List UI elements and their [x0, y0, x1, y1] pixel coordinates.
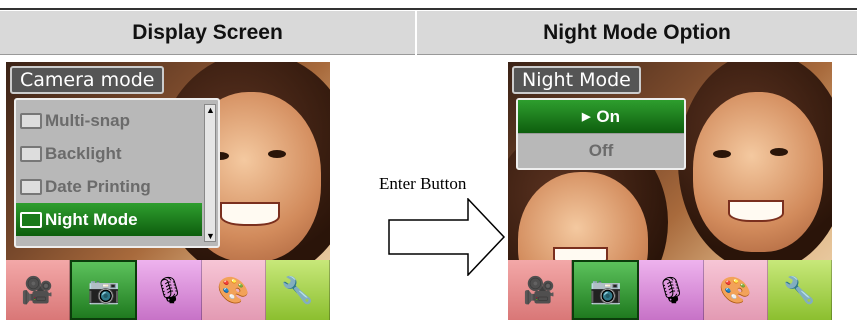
photo-face	[693, 92, 823, 252]
menu-item-label: Multi-snap	[45, 110, 130, 130]
menu-item-date-printing[interactable]: Date Printing	[16, 170, 218, 203]
tray-camera[interactable]: 📷	[70, 260, 138, 320]
tray-video[interactable]: 🎥	[508, 260, 573, 320]
camera-icon: 📷	[589, 274, 622, 305]
multi-snap-icon	[20, 112, 42, 129]
photo-smile	[220, 202, 280, 226]
camera-icon: 📷	[87, 274, 120, 305]
settings-menu: Multi-snap Backlight Date Printing Night…	[14, 98, 220, 248]
tray-camera[interactable]: 📷	[572, 260, 640, 320]
menu-title: Night Mode	[512, 66, 641, 94]
top-rule	[0, 8, 857, 10]
menu-title: Camera mode	[10, 66, 165, 94]
date-printing-icon	[20, 178, 42, 195]
scroll-up-icon[interactable]: ▲	[206, 105, 215, 115]
right-arrow-icon	[388, 198, 506, 276]
header-night-mode-option: Night Mode Option	[417, 11, 857, 55]
menu-item-backlight[interactable]: Backlight	[16, 137, 218, 170]
night-mode-icon	[20, 211, 42, 228]
photo-eye	[268, 150, 286, 158]
tray-effects[interactable]: 🎨	[703, 260, 768, 320]
tray-video[interactable]: 🎥	[6, 260, 71, 320]
option-on[interactable]: ▶ On	[518, 100, 684, 134]
photo-smile	[728, 200, 784, 222]
tray-setup[interactable]: 🔧	[265, 260, 330, 320]
video-camera-icon: 🎥	[21, 274, 54, 305]
option-off[interactable]: Off	[518, 134, 684, 168]
tray-effects[interactable]: 🎨	[201, 260, 266, 320]
night-mode-options: ▶ On Off	[516, 98, 686, 170]
mode-tray: 🎥 📷 🎙 🎨 🔧	[6, 260, 330, 320]
menu-item-multi-snap[interactable]: Multi-snap	[16, 104, 218, 137]
backlight-icon	[20, 145, 42, 162]
tray-voice[interactable]: 🎙	[639, 260, 704, 320]
video-camera-icon: 🎥	[523, 274, 556, 305]
menu-scrollbar[interactable]: ▲ ▼	[204, 104, 216, 242]
menu-item-label: Backlight	[45, 143, 122, 163]
palette-icon: 🎨	[217, 274, 250, 305]
tray-setup[interactable]: 🔧	[767, 260, 832, 320]
menu-item-night-mode[interactable]: Night Mode	[16, 203, 202, 236]
tools-icon: 🔧	[281, 274, 314, 305]
tray-voice[interactable]: 🎙	[137, 260, 202, 320]
photo-eye	[713, 150, 731, 158]
palette-icon: 🎨	[719, 274, 752, 305]
mode-tray: 🎥 📷 🎙 🎨 🔧	[508, 260, 832, 320]
photo-eye	[770, 148, 788, 156]
night-mode-screen: Night Mode ▶ On Off 🎥 📷 🎙 🎨 🔧	[508, 62, 832, 320]
microphone-icon: 🎙	[654, 274, 688, 305]
display-screen: Camera mode Multi-snap Backlight Date Pr…	[6, 62, 330, 320]
option-label: On	[596, 106, 621, 126]
header-display-screen: Display Screen	[0, 11, 415, 55]
option-label: Off	[588, 141, 614, 160]
microphone-icon: 🎙	[152, 274, 186, 305]
menu-item-label: Night Mode	[45, 209, 138, 229]
tools-icon: 🔧	[783, 274, 816, 305]
scroll-down-icon[interactable]: ▼	[206, 231, 215, 241]
play-icon: ▶	[581, 111, 591, 123]
enter-button-label: Enter Button	[379, 174, 467, 193]
menu-item-label: Date Printing	[45, 176, 151, 196]
